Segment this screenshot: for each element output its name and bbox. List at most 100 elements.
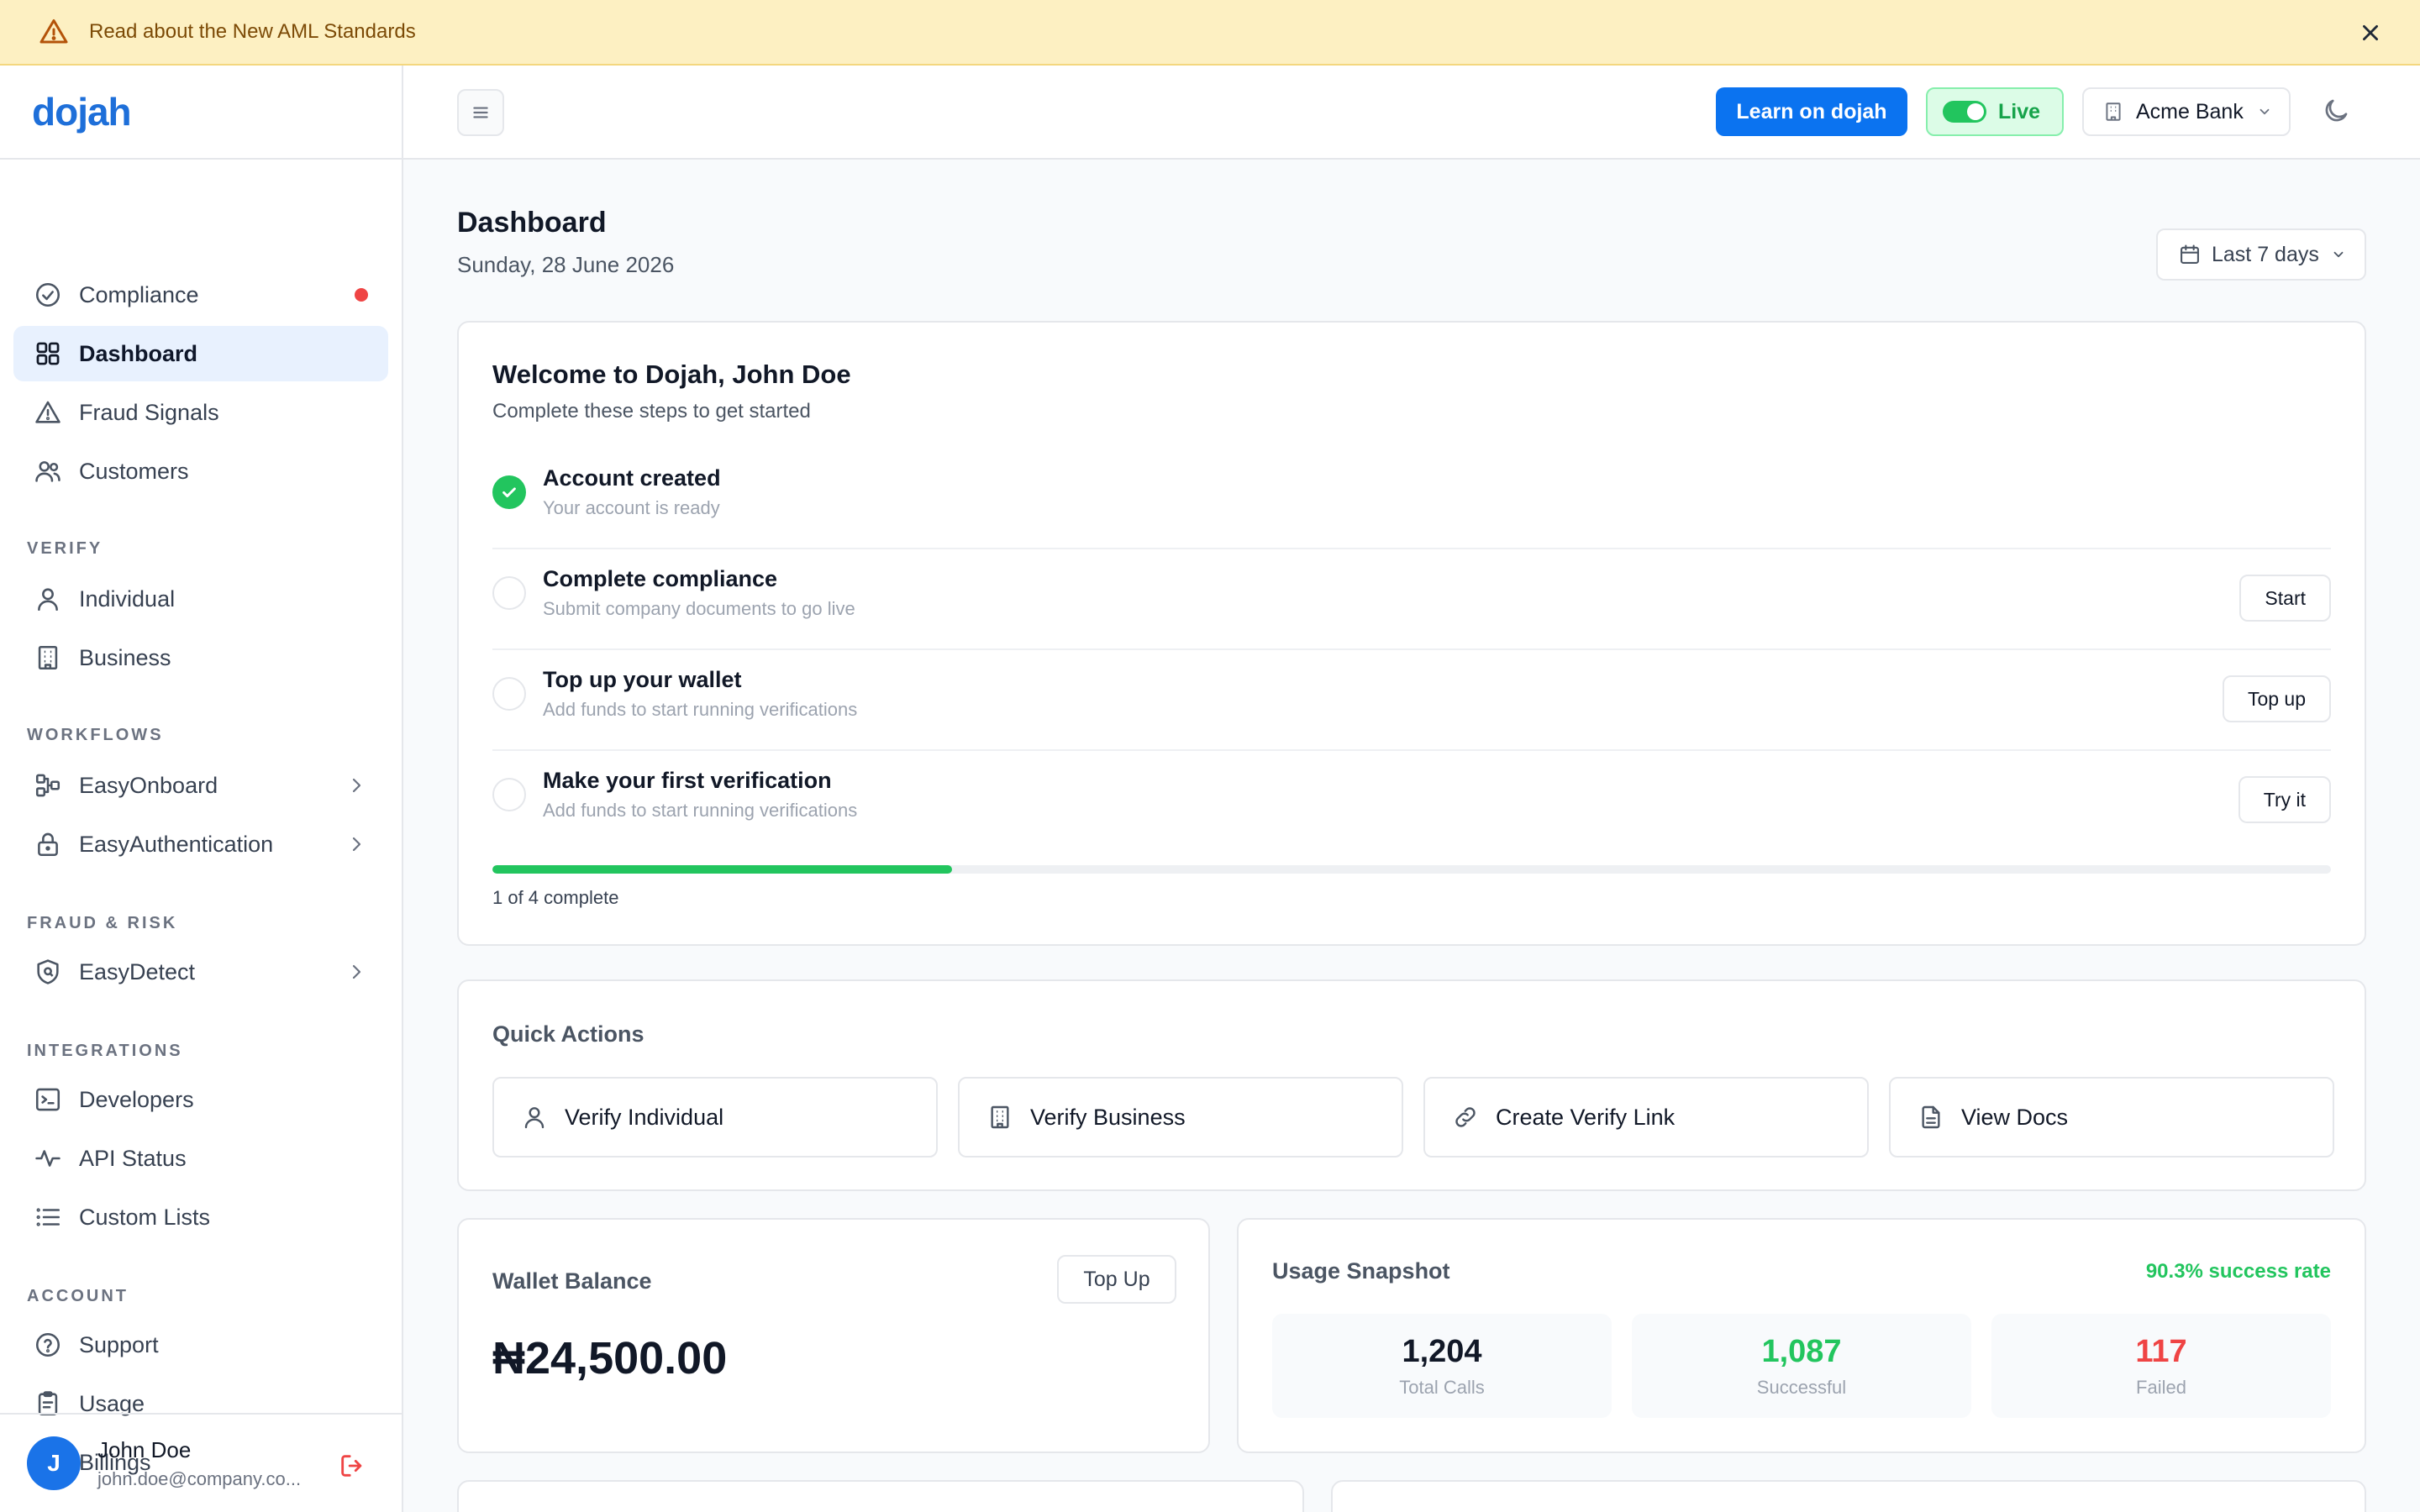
wallet-balance-card: Wallet Balance Top Up ₦24,500.00	[457, 1218, 1210, 1453]
sidebar-item-developers[interactable]: Developers	[13, 1072, 388, 1127]
welcome-subtitle: Complete these steps to get started	[492, 400, 811, 423]
sidebar-item-support[interactable]: Support	[13, 1317, 388, 1373]
sidebar-item-label: Customers	[79, 458, 189, 484]
sidebar-item-api-status[interactable]: API Status	[13, 1131, 388, 1186]
chevron-right-icon	[346, 775, 366, 795]
sidebar-item-individual[interactable]: Individual	[13, 571, 388, 627]
sidebar-item-label: Custom Lists	[79, 1204, 211, 1230]
wallet-amount: ₦24,500.00	[492, 1333, 728, 1383]
usage-snapshot-card: Usage Snapshot 90.3% success rate 1,204 …	[1237, 1218, 2366, 1453]
learn-on-dojah-button[interactable]: Learn on dojah	[1716, 87, 1907, 136]
progress-fill	[492, 865, 952, 874]
sidebar-item-easyonboard[interactable]: EasyOnboard	[13, 758, 388, 813]
view-docs-button[interactable]: View Docs	[1889, 1077, 2334, 1158]
user-profile[interactable]: J John Doe john.doe@company.co...	[0, 1413, 402, 1512]
organization-name: Acme Bank	[2136, 99, 2244, 123]
quick-actions-title: Quick Actions	[492, 1021, 644, 1047]
quick-action-label: Verify Individual	[565, 1104, 724, 1130]
progress-label: 1 of 4 complete	[492, 887, 619, 908]
hamburger-icon	[473, 107, 488, 118]
verify-individual-button[interactable]: Verify Individual	[492, 1077, 938, 1158]
sidebar-item-label: Fraud Signals	[79, 399, 219, 425]
empty-circle-icon	[492, 778, 526, 811]
user-icon	[521, 1104, 548, 1131]
success-rate: 90.3% success rate	[2145, 1260, 2331, 1283]
chevron-down-icon	[2331, 247, 2346, 262]
stat-label: Successful	[1756, 1377, 1847, 1398]
quick-actions-card: Quick Actions Verify Individual Verify B…	[457, 979, 2366, 1191]
bottom-card-right	[1331, 1480, 2366, 1512]
verify-business-button[interactable]: Verify Business	[958, 1077, 1403, 1158]
onboarding-step: Account created Your account is ready	[492, 449, 2331, 549]
sidebar-item-label: EasyOnboard	[79, 772, 218, 798]
check-circle-icon	[492, 475, 526, 509]
sidebar-item-dashboard[interactable]: Dashboard	[13, 326, 388, 381]
activity-icon	[34, 1144, 62, 1173]
sidebar-item-label: Support	[79, 1331, 159, 1357]
sidebar-item-label: Business	[79, 644, 171, 670]
top-up-wallet-button[interactable]: Top up	[2222, 675, 2331, 722]
quick-action-label: Verify Business	[1030, 1104, 1186, 1130]
building-icon	[986, 1104, 1013, 1131]
warning-icon	[39, 17, 69, 47]
quick-action-label: Create Verify Link	[1496, 1104, 1676, 1130]
stat-failed: 117 Failed	[1991, 1314, 2331, 1418]
try-verification-button[interactable]: Try it	[2238, 776, 2331, 823]
logout-icon[interactable]	[338, 1452, 366, 1480]
start-compliance-button[interactable]: Start	[2239, 575, 2331, 622]
link-icon	[1452, 1104, 1479, 1131]
live-mode-toggle[interactable]: Live	[1926, 87, 2064, 136]
building-icon	[34, 643, 62, 672]
onboarding-progress-bar	[492, 865, 2331, 874]
bottom-card-left	[457, 1480, 1304, 1512]
chevron-right-icon	[346, 834, 366, 854]
close-banner-button[interactable]	[2354, 17, 2386, 49]
page-title: Dashboard	[457, 207, 607, 239]
section-label-account: ACCOUNT	[27, 1287, 129, 1305]
stat-value: 117	[2135, 1334, 2187, 1369]
stat-label: Total Calls	[1399, 1377, 1485, 1398]
sidebar-item-label: Compliance	[79, 281, 199, 307]
stat-successful: 1,087 Successful	[1632, 1314, 1971, 1418]
menu-toggle-button[interactable]	[457, 89, 504, 136]
sidebar-item-label: EasyAuthentication	[79, 831, 274, 857]
stat-value: 1,087	[1761, 1334, 1842, 1369]
sidebar-item-label: Developers	[79, 1086, 194, 1112]
terminal-icon	[34, 1085, 62, 1114]
stat-value: 1,204	[1402, 1334, 1482, 1369]
check-circle-icon	[34, 281, 62, 309]
step-title: Top up your wallet	[543, 667, 742, 692]
sidebar-item-easydetect[interactable]: EasyDetect	[13, 944, 388, 1000]
empty-circle-icon	[492, 576, 526, 610]
sidebar-item-compliance[interactable]: Compliance	[13, 267, 388, 323]
date-range-label: Last 7 days	[2212, 242, 2319, 266]
sidebar-item-customers[interactable]: Customers	[13, 444, 388, 499]
step-title: Make your first verification	[543, 768, 832, 793]
workflow-icon	[34, 771, 62, 800]
wallet-title: Wallet Balance	[492, 1268, 652, 1294]
date-range-selector[interactable]: Last 7 days	[2156, 228, 2366, 281]
grid-icon	[34, 339, 62, 368]
sidebar-item-fraud-signals[interactable]: Fraud Signals	[13, 385, 388, 440]
sidebar-item-label: Dashboard	[79, 340, 198, 366]
moon-icon	[2325, 99, 2348, 122]
section-label-fraud-risk: FRAUD & RISK	[27, 914, 178, 932]
wallet-top-up-button[interactable]: Top Up	[1057, 1255, 1176, 1304]
user-email: john.doe@company.co...	[97, 1467, 302, 1489]
section-label-verify: VERIFY	[27, 539, 103, 558]
sidebar-item-easyauthentication[interactable]: EasyAuthentication	[13, 816, 388, 872]
onboarding-step: Complete compliance Submit company docum…	[492, 549, 2331, 650]
live-label: Live	[1998, 99, 2041, 123]
sidebar-item-label: Individual	[79, 585, 176, 612]
banner-link[interactable]: Read about the New AML Standards	[89, 20, 416, 44]
sidebar-item-custom-lists[interactable]: Custom Lists	[13, 1189, 388, 1245]
brand: dojah	[0, 66, 402, 160]
organization-selector[interactable]: Acme Bank	[2082, 87, 2291, 136]
topbar: Learn on dojah Live Acme Bank	[403, 66, 2420, 160]
create-verify-link-button[interactable]: Create Verify Link	[1423, 1077, 1869, 1158]
notification-dot	[355, 288, 368, 302]
theme-toggle-button[interactable]	[2321, 96, 2354, 129]
brand-logo[interactable]: dojah	[32, 89, 132, 134]
user-icon	[34, 585, 62, 613]
sidebar-item-business[interactable]: Business	[13, 630, 388, 685]
